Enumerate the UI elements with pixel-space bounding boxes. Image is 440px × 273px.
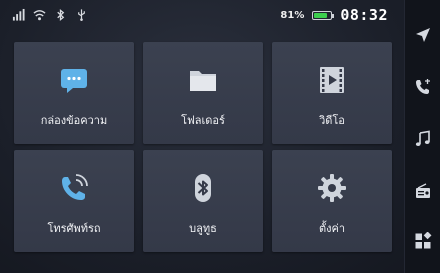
apps-icon[interactable] (414, 232, 432, 250)
gear-icon (318, 174, 346, 202)
wifi-icon (33, 10, 46, 21)
message-icon (61, 69, 87, 93)
navigation-icon[interactable] (414, 26, 432, 44)
radio-icon[interactable] (414, 182, 432, 200)
app-grid: กล่องข้อความ โฟลเดอร์ วิดีโอ โทรศัพท์รถ … (14, 42, 394, 262)
tile-label: บลูทูธ (189, 222, 217, 235)
clock: 08:32 (340, 6, 388, 24)
car-phone-icon (62, 174, 88, 200)
usb-icon (78, 9, 85, 21)
tile-label: ตั้งค่า (318, 222, 346, 235)
tile-label: วิดีโอ (319, 114, 345, 127)
music-icon[interactable] (414, 130, 432, 148)
right-sidebar (404, 0, 440, 273)
status-bar: 81% 08:32 (0, 0, 402, 38)
tile-settings[interactable]: ตั้งค่า (272, 150, 392, 252)
tile-messages[interactable]: กล่องข้อความ (14, 42, 134, 144)
tile-label: โทรศัพท์รถ (47, 222, 101, 235)
head-unit-screen: 81% 08:32 กล่องข้อความ โฟลเดอร์ วิดีโอ โ… (0, 0, 440, 273)
signal-bars-icon (12, 8, 25, 21)
folder-icon (190, 71, 216, 91)
tile-label: กล่องข้อความ (40, 114, 108, 127)
video-icon (320, 67, 344, 93)
tile-label: โฟลเดอร์ (181, 114, 225, 127)
battery-percent: 81% (280, 9, 305, 21)
tile-bluetooth[interactable]: บลูทูธ (143, 150, 263, 252)
tile-car-phone[interactable]: โทรศัพท์รถ (14, 150, 134, 252)
tile-folder[interactable]: โฟลเดอร์ (143, 42, 263, 144)
battery-icon (312, 10, 335, 20)
phone-icon[interactable] (414, 78, 432, 96)
bluetooth-icon (195, 174, 211, 202)
battery-fill (314, 12, 328, 18)
tile-video[interactable]: วิดีโอ (272, 42, 392, 144)
bluetooth-icon (57, 8, 65, 22)
